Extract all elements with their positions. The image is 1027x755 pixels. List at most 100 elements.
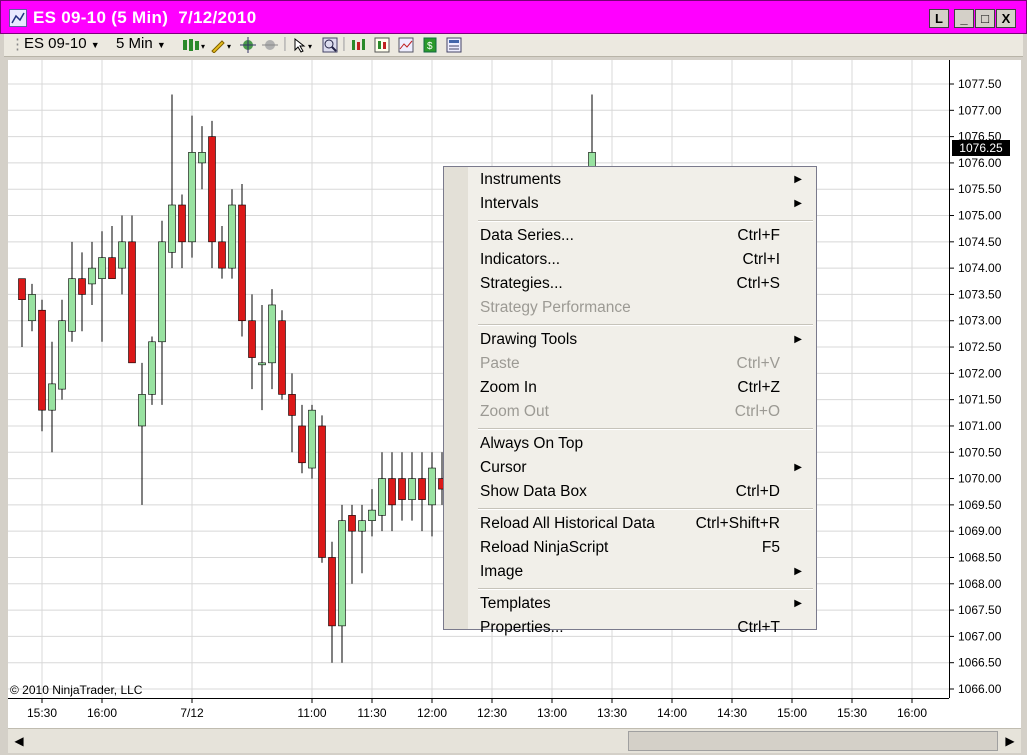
y-tick-label: 1074.00 [958,261,1002,275]
x-tick-label: 13:00 [537,706,567,720]
candle-body[interactable] [78,278,86,295]
candle-body[interactable] [118,241,126,269]
candle-body[interactable] [158,241,166,343]
candle-body[interactable] [378,478,386,516]
candle-body[interactable] [138,394,146,427]
candle-body[interactable] [18,278,26,300]
data-box-icon[interactable] [374,37,390,53]
indicator-icon[interactable] [398,37,414,53]
candle-body[interactable] [318,425,326,558]
candle-body[interactable] [258,362,266,366]
menu-item-indicators[interactable]: Indicators... Ctrl+I [480,249,810,271]
candle-body[interactable] [98,257,106,279]
candle-body[interactable] [418,478,426,500]
candle-body[interactable] [368,509,376,521]
scroll-left-icon[interactable]: ◀ [10,731,28,751]
y-tick-label: 1067.50 [958,603,1002,617]
zoom-icon[interactable] [322,37,338,53]
menu-item-properties[interactable]: Properties... Ctrl+T [480,617,810,639]
horizontal-scrollbar[interactable]: ◀ ▶ [8,728,1021,753]
chevron-down-icon: ▼ [156,40,166,50]
interval-selector[interactable]: 5 Min ▼ [116,35,166,52]
candle-body[interactable] [128,241,136,364]
candle-body[interactable] [228,204,236,269]
menu-item-strategies[interactable]: Strategies... Ctrl+S [480,273,810,295]
candle-body[interactable] [308,409,316,469]
candle-body[interactable] [28,294,36,322]
menu-item-show-data-box[interactable]: Show Data Box Ctrl+D [480,481,810,503]
candle-body[interactable] [218,241,226,269]
context-menu: Instruments ▶ Intervals ▶ Data Series... Ctrl… [443,166,817,636]
properties-icon[interactable] [446,37,462,53]
pencil-icon[interactable]: ▾ [210,37,234,53]
y-tick-label: 1077.50 [958,77,1002,91]
candle-body[interactable] [398,478,406,500]
candle-body[interactable] [38,309,46,411]
scale-icon[interactable] [262,37,278,53]
candle-body[interactable] [298,425,306,464]
menu-item-instruments[interactable]: Instruments ▶ [480,169,810,191]
candle-body[interactable] [408,478,416,500]
minimize-button[interactable]: _ [954,9,974,28]
x-tick-label: 16:00 [897,706,927,720]
menu-item-templates[interactable]: Templates ▶ [480,593,810,615]
crosshair-icon[interactable] [240,37,256,53]
menu-item-image[interactable]: Image ▶ [480,561,810,583]
menu-item-reload-all-historical-data[interactable]: Reload All Historical Data Ctrl+Shift+R [480,513,810,535]
menu-item-cursor[interactable]: Cursor ▶ [480,457,810,479]
menu-item-drawing-tools[interactable]: Drawing Tools ▶ [480,329,810,351]
instrument-selector[interactable]: ES 09-10 ▼ [24,35,100,52]
scrollbar-thumb[interactable] [628,731,998,751]
candle-body[interactable] [68,278,76,332]
candle-body[interactable] [198,152,206,164]
close-button[interactable]: X [996,9,1016,28]
menu-item-label: Indicators... [480,251,561,268]
menu-item-shortcut: Ctrl+V [736,355,781,372]
candle-body[interactable] [278,320,286,395]
menu-item-data-series[interactable]: Data Series... Ctrl+F [480,225,810,247]
time-axis[interactable]: 15:30 16:00 7/12 11:00 11:30 12:00 12:30 13:00 1… [8,698,1021,728]
candle-body[interactable] [348,515,356,532]
candle-body[interactable] [358,520,366,532]
instrument-label: ES 09-10 [24,35,87,52]
menu-item-label: Strategy Performance [480,299,631,316]
candle-body[interactable] [288,394,296,416]
strategy-icon[interactable]: $ [422,37,438,53]
menu-item-label: Intervals [480,195,539,212]
menu-item-strategy-performance: Strategy Performance [480,297,810,319]
candle-body[interactable] [148,341,156,395]
candle-body[interactable] [88,267,96,285]
menu-item-reload-ninjascript[interactable]: Reload NinjaScript F5 [480,537,810,559]
candle-body[interactable] [58,320,66,390]
candle-body[interactable] [328,557,336,627]
menu-item-zoom-in[interactable]: Zoom In Ctrl+Z [480,377,810,399]
window-title: ES 09-10 (5 Min) 7/12/2010 [33,8,257,27]
maximize-button[interactable]: □ [975,9,995,28]
menu-item-always-on-top[interactable]: Always On Top [480,433,810,455]
pointer-icon[interactable]: ▾ [292,37,316,53]
candle-body[interactable] [168,204,176,253]
candle-body[interactable] [428,467,436,506]
menu-item-paste: Paste Ctrl+V [480,353,810,375]
menu-item-label: Always On Top [480,435,584,452]
y-tick-label: 1071.50 [958,393,1002,407]
candle-body[interactable] [108,257,116,279]
menu-item-label: Reload NinjaScript [480,539,609,556]
candle-body[interactable] [268,304,276,364]
title-bar[interactable]: ES 09-10 (5 Min) 7/12/2010 L _ □ X [0,0,1027,34]
bar-style-icon[interactable]: ▾ [182,37,206,53]
candle-body[interactable] [178,204,186,243]
candle-body[interactable] [208,136,216,243]
candle-body[interactable] [388,478,396,506]
candle-body[interactable] [248,320,256,358]
candle-body[interactable] [338,520,346,627]
chart-trader-icon[interactable] [350,37,366,53]
scroll-right-icon[interactable]: ▶ [1001,731,1019,751]
menu-item-intervals[interactable]: Intervals ▶ [480,193,810,215]
candle-body[interactable] [188,152,196,243]
link-button[interactable]: L [929,9,949,28]
x-tick-label: 12:00 [417,706,447,720]
candle-body[interactable] [48,383,56,411]
menu-item-label: Instruments [480,171,561,188]
candle-body[interactable] [238,204,246,322]
